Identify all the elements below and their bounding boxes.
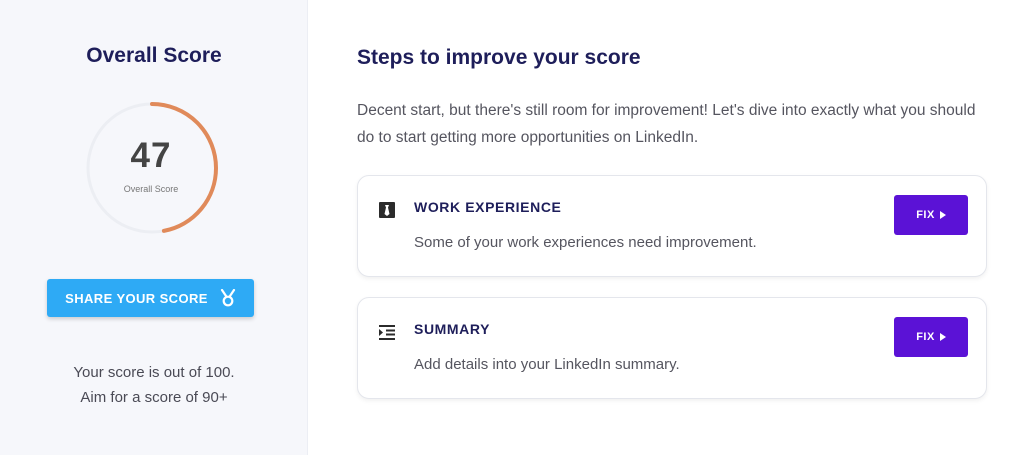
caret-right-icon xyxy=(939,211,946,219)
score-caption: Overall Score xyxy=(123,184,179,194)
step-description: Add details into your LinkedIn summary. xyxy=(414,356,680,373)
score-note-line-1: Your score is out of 100. xyxy=(73,364,235,381)
step-heading: WORK EXPERIENCE xyxy=(414,199,562,215)
score-note: Your score is out of 100. Aim for a scor… xyxy=(0,360,308,410)
step-heading: SUMMARY xyxy=(414,321,491,337)
step-description: Some of your work experiences need impro… xyxy=(414,234,757,251)
medal-icon xyxy=(220,289,236,307)
indent-list-icon xyxy=(377,322,397,342)
fix-summary-button[interactable]: FIX xyxy=(894,317,968,357)
fix-work-experience-button[interactable]: FIX xyxy=(894,195,968,235)
score-note-line-2: Aim for a score of 90+ xyxy=(80,389,228,406)
fix-button-label: FIX xyxy=(916,209,935,221)
score-sidebar: Overall Score 47 Overall Score SHARE YOU… xyxy=(0,0,308,455)
step-card-work-experience: WORK EXPERIENCE Some of your work experi… xyxy=(357,175,987,277)
score-value: 47 xyxy=(130,136,172,175)
necktie-icon xyxy=(377,200,397,220)
caret-right-icon xyxy=(939,333,946,341)
fix-button-label: FIX xyxy=(916,331,935,343)
share-score-button[interactable]: SHARE YOUR SCORE xyxy=(47,279,254,317)
page-title: Steps to improve your score xyxy=(357,46,641,69)
score-panel-title: Overall Score xyxy=(86,44,222,67)
share-button-label: SHARE YOUR SCORE xyxy=(65,290,208,306)
intro-text: Decent start, but there's still room for… xyxy=(357,102,976,146)
step-card-summary: SUMMARY Add details into your LinkedIn s… xyxy=(357,297,987,399)
